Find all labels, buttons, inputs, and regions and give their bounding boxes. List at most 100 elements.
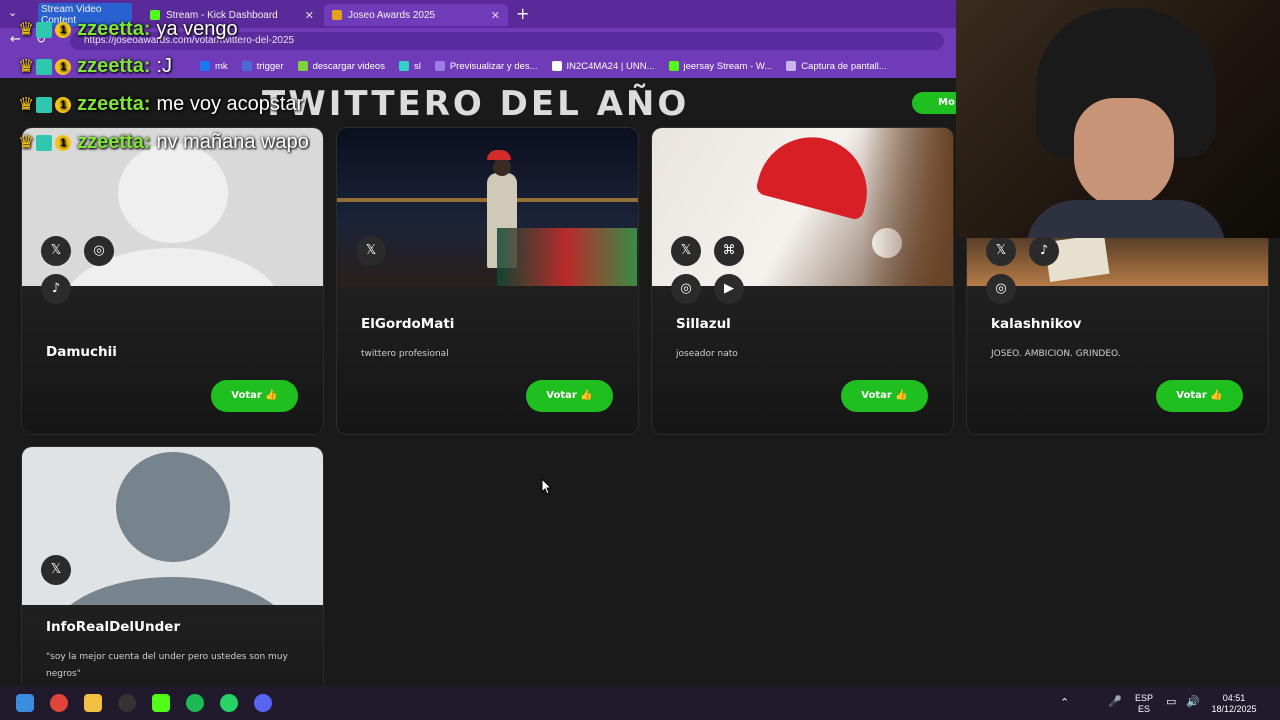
bookmark-previsualizar[interactable]: Previsualizar y des... (434, 61, 538, 72)
scissors-icon (786, 61, 797, 71)
nominee-card: 𝕏 ◎ ♪ Damuchii Votar 👍 (22, 128, 323, 434)
tiktok-icon[interactable]: ♪ (41, 274, 71, 304)
facebook-icon (200, 61, 210, 71)
chrome-icon[interactable] (50, 694, 68, 712)
nominee-description: joseador nato (676, 349, 738, 359)
x-icon[interactable]: 𝕏 (356, 236, 386, 266)
chat-message: ♛ 1 zzeetta: nv mañana wapo (18, 131, 309, 154)
x-icon[interactable]: 𝕏 (41, 555, 71, 585)
kick-icon[interactable]: ⌘ (714, 236, 744, 266)
nominee-photo (652, 128, 953, 286)
close-tab-icon[interactable]: ✕ (305, 9, 314, 22)
crown-icon: ♛ (18, 94, 35, 114)
nominee-card: 𝕏 ⌘ ◎ ▶ Sillazul joseador nato Votar 👍 (652, 128, 953, 434)
bookmark-trigger[interactable]: trigger (241, 61, 284, 72)
chat-text: ya vengo (156, 18, 238, 40)
bookmark-in2c4ma24[interactable]: IN2C4MA24 | UNN... (551, 61, 655, 72)
volume-icon[interactable]: 🔊 (1186, 695, 1200, 708)
tab-label: Joseo Awards 2025 (348, 9, 436, 21)
badge-number: 1 (55, 21, 72, 38)
nominee-card: 𝕏 ElGordoMati twittero profesional Votar… (337, 128, 638, 434)
badge-icon (36, 58, 53, 75)
vote-button[interactable]: Votar 👍 (1156, 380, 1243, 412)
x-icon[interactable]: 𝕏 (671, 236, 701, 266)
bookmark-mk[interactable]: mk (200, 61, 228, 72)
webcam-overlay (956, 0, 1280, 238)
chat-username: zzeetta: (77, 93, 151, 115)
thumbs-up-icon: 👍 (265, 390, 278, 401)
crown-icon: ♛ (18, 56, 35, 76)
avatar (22, 447, 323, 605)
nominee-description: twittero profesional (361, 349, 449, 359)
badge-number: 1 (55, 134, 72, 151)
page-title: TWITTERO DEL AÑO (262, 84, 690, 124)
vote-button[interactable]: Votar 👍 (526, 380, 613, 412)
chat-username: zzeetta: (77, 55, 151, 77)
x-icon[interactable]: 𝕏 (986, 236, 1016, 266)
windows-start-icon[interactable] (16, 694, 34, 712)
nominee-description: JOSEO. AMBICION. GRINDEO. (991, 349, 1121, 359)
new-tab-button[interactable]: + (516, 4, 529, 23)
nominee-name: Sillazul (676, 316, 731, 332)
instagram-icon[interactable]: ◎ (671, 274, 701, 304)
whatsapp-icon[interactable] (220, 694, 238, 712)
vote-button[interactable]: Votar 👍 (211, 380, 298, 412)
bookmark-descargar-videos[interactable]: descargar videos (297, 61, 385, 72)
spotify-icon[interactable] (186, 694, 204, 712)
badge-icon (36, 21, 53, 38)
crown-icon: ♛ (18, 132, 35, 152)
kick-icon (668, 61, 679, 71)
nominee-name: Damuchii (46, 344, 117, 360)
nominee-card: 𝕏 InfoRealDelUnder "soy la mejor cuenta … (22, 447, 323, 686)
clock[interactable]: 04:51 18/12/2025 (1204, 693, 1264, 715)
nominee-name: ElGordoMati (361, 316, 455, 332)
crown-icon: ♛ (18, 19, 35, 39)
language-indicator[interactable]: ESP ES (1133, 693, 1155, 715)
badge-number: 1 (55, 96, 72, 113)
tab-list-chevron-icon[interactable]: ⌄ (8, 6, 17, 19)
nominee-photo (337, 128, 638, 286)
download-icon (297, 61, 308, 71)
chat-message: ♛ 1 zzeetta: ya vengo (18, 18, 238, 41)
chat-text: :J (156, 55, 173, 77)
close-tab-icon[interactable]: ✕ (491, 9, 500, 22)
bookmark-sl[interactable]: sl (398, 61, 421, 72)
tab-joseo-awards[interactable]: Joseo Awards 2025 ✕ (324, 4, 508, 26)
bookmark-icon (434, 61, 445, 71)
tiktok-icon[interactable]: ♪ (1029, 236, 1059, 266)
bookmark-icon (241, 61, 252, 71)
trophy-icon (332, 10, 342, 20)
chat-username: zzeetta: (77, 131, 151, 153)
tray-chevron-icon[interactable]: ⌃ (1060, 696, 1069, 709)
bookmark-icon (398, 61, 409, 71)
thumbs-up-icon: 👍 (580, 390, 593, 401)
folder-icon[interactable] (84, 694, 102, 712)
nominee-name: kalashnikov (991, 316, 1082, 332)
network-icon[interactable]: ▭ (1166, 695, 1176, 708)
thumbs-up-icon: 👍 (1210, 390, 1223, 401)
x-icon[interactable]: 𝕏 (41, 236, 71, 266)
chat-username: zzeetta: (77, 18, 151, 40)
badge-number: 1 (55, 58, 72, 75)
youtube-icon[interactable]: ▶ (714, 274, 744, 304)
instagram-icon[interactable]: ◎ (84, 236, 114, 266)
badge-icon (36, 134, 53, 151)
nominee-name: InfoRealDelUnder (46, 619, 181, 635)
bookmark-jeersay[interactable]: jeersay Stream - W... (668, 61, 772, 72)
chat-text: me voy acopstar (156, 93, 304, 115)
chat-text: nv mañana wapo (156, 131, 309, 153)
taskbar: ⌃ 🎤 ESP ES ▭ 🔊 04:51 18/12/2025 (0, 686, 1280, 720)
instagram-icon[interactable]: ◎ (986, 274, 1016, 304)
badge-icon (36, 96, 53, 113)
mic-icon[interactable]: 🎤 (1108, 695, 1122, 708)
bookmark-captura[interactable]: Captura de pantall... (786, 61, 887, 72)
chat-message: ♛ 1 zzeetta: me voy acopstar (18, 93, 303, 116)
discord-icon[interactable] (254, 694, 272, 712)
obs-icon[interactable] (118, 694, 136, 712)
thumbs-up-icon: 👍 (895, 390, 908, 401)
bookmark-icon (551, 61, 562, 71)
chat-message: ♛ 1 zzeetta::J (18, 55, 172, 78)
kick-icon[interactable] (152, 694, 170, 712)
vote-button[interactable]: Votar 👍 (841, 380, 928, 412)
nominee-description: "soy la mejor cuenta del under pero uste… (46, 652, 288, 679)
